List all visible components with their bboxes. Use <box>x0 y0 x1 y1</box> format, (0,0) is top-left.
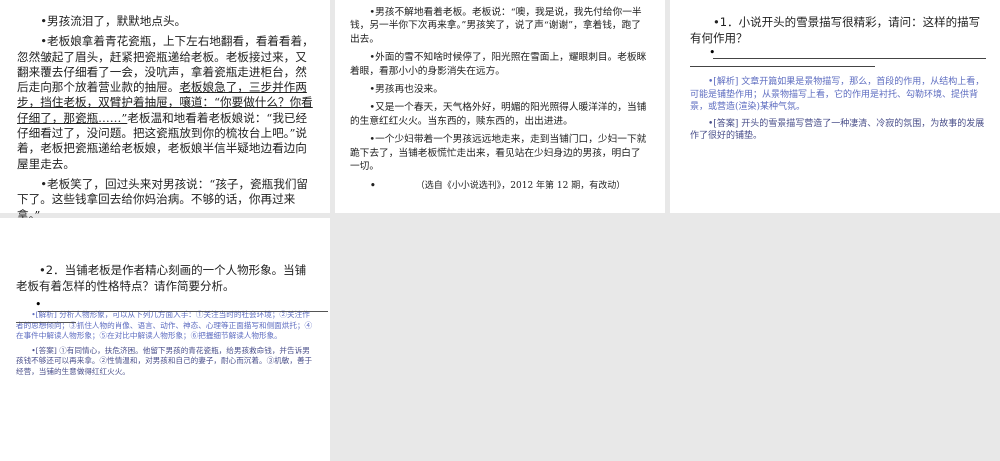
answer-blank: • <box>35 298 316 311</box>
answer-blank-2 <box>690 62 986 76</box>
question-text: •1．小说开头的雪景描写很精彩，请问：这样的描写有何作用？ <box>690 15 981 45</box>
citation-text: （选自《小小说选刊》，2012 年第 12 期，有改动） <box>415 181 626 192</box>
answer-text: •[答案] 开头的雪景描写营造了一种凄清、冷寂的氛围，为故事的发展作了很好的铺垫… <box>690 118 985 142</box>
analysis-text: •[解析] 分析人物形象，可以从下列几方面入手：①关注当时的社会环境；②关注作者… <box>16 310 313 340</box>
paragraph: •老板娘拿着青花瓷瓶，上下左右地翻看，看着看着，忽然皱起了眉头，赶紧把瓷瓶递给老… <box>17 34 314 172</box>
answer-line <box>690 66 875 67</box>
paragraph: •男孩再也没来。 <box>369 84 443 96</box>
answer-line <box>713 58 986 59</box>
slide-3[interactable]: •1．小说开头的雪景描写很精彩，请问：这样的描写有何作用？ • •[解析] 文章… <box>670 0 1000 213</box>
analysis-text: •[解析] 文章开篇如果是景物描写，那么，首段的作用，从结构上看，可能是铺垫作用… <box>690 77 985 112</box>
paragraph: •老板笑了，回过头来对男孩说：“孩子，瓷瓶我们留下了。这些钱拿回去给你妈治病。不… <box>17 176 309 222</box>
answer-text: •[答案] ①有同情心，扶危济困。他留下男孩的青花瓷瓶，给男孩救命钱，并告诉男孩… <box>16 345 313 376</box>
slide-4[interactable]: •2．当铺老板是作者精心刻画的一个人物形象。当铺老板有着怎样的性格特点？请作简要… <box>0 218 330 461</box>
question-text: •2．当铺老板是作者精心刻画的一个人物形象。当铺老板有着怎样的性格特点？请作简要… <box>16 263 307 293</box>
answer-blank: • <box>709 46 986 62</box>
analysis-block: •[解析] 分析人物形象，可以从下列几方面入手：①关注当时的社会环境；②关注作者… <box>16 310 328 342</box>
paragraph: •男孩流泪了，默默地点头。 <box>40 14 187 28</box>
slide-1[interactable]: •男孩流泪了，默默地点头。 •老板娘拿着青花瓷瓶，上下左右地翻看，看着看着，忽然… <box>0 0 330 222</box>
strike-line <box>16 322 76 323</box>
bullet: • <box>370 181 376 192</box>
source-citation: • （选自《小小说选刊》，2012 年第 12 期，有改动） <box>370 178 647 191</box>
strike-line <box>38 311 328 312</box>
paragraph: •男孩不解地看着老板。老板说：“噢，我是说，我先付给你一半钱，另一半你下次再来拿… <box>350 7 642 45</box>
paragraph: •一个少妇带着一个男孩远远地走来，走到当铺门口，少妇一下就跪下去了，当铺老板慌忙… <box>350 134 647 173</box>
slide-2[interactable]: •男孩不解地看着老板。老板说：“噢，我是说，我先付给你一半钱，另一半你下次再来拿… <box>335 0 665 213</box>
paragraph: •又是一个春天，天气格外好，明媚的阳光照得人暖洋洋的，当铺的生意红红火火。当东西… <box>350 102 647 127</box>
paragraph: •外面的雪不知啥时候停了，阳光照在雪面上，耀眼刺目。老板眯着眼，看那小小的身影消… <box>350 52 647 77</box>
